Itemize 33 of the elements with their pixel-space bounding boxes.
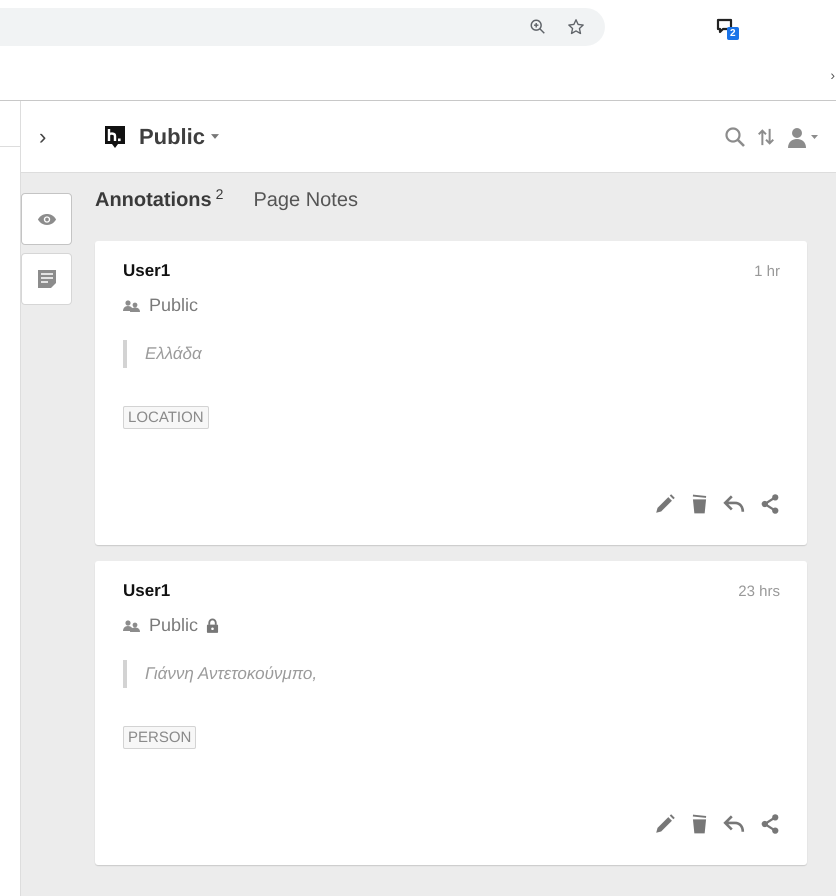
share-icon[interactable]: [761, 813, 780, 835]
username[interactable]: User1: [123, 261, 170, 281]
note-icon: [38, 270, 56, 288]
star-icon[interactable]: [567, 18, 585, 36]
caret-icon: [211, 134, 220, 139]
user-menu-icon[interactable]: [786, 126, 820, 148]
reply-icon[interactable]: [723, 494, 745, 514]
collapse-button[interactable]: ›: [21, 124, 77, 150]
group-name: Public: [149, 615, 198, 636]
quote: Ελλάδα: [145, 344, 202, 364]
quote: Γιάννη Αντετοκούνμπο,: [145, 664, 318, 684]
edit-icon[interactable]: [654, 813, 676, 835]
tab[interactable]: Page Notes: [253, 187, 358, 221]
tab[interactable]: Annotations $^{2}$: [95, 187, 224, 221]
search-icon[interactable]: [724, 126, 746, 148]
share-icon[interactable]: [761, 493, 780, 515]
zoom-icon[interactable]: [529, 18, 547, 36]
delete-icon[interactable]: [692, 493, 707, 515]
notification-badge: 2: [727, 27, 739, 40]
group-icon: [123, 620, 141, 632]
hypothesis-logo-icon: [105, 126, 125, 148]
notes-button[interactable]: [21, 253, 72, 305]
group-dropdown[interactable]: Public: [135, 124, 224, 150]
username[interactable]: User1: [123, 581, 170, 601]
sort-icon[interactable]: [756, 126, 776, 146]
overflow-mark: ›: [830, 67, 835, 83]
group-icon: [123, 300, 141, 312]
edit-icon[interactable]: [654, 493, 676, 515]
delete-icon[interactable]: [692, 813, 707, 835]
reply-icon[interactable]: [723, 814, 745, 834]
group-name: Public: [149, 295, 198, 316]
show-highlights-button[interactable]: [21, 193, 72, 245]
eye-icon: [36, 212, 56, 226]
